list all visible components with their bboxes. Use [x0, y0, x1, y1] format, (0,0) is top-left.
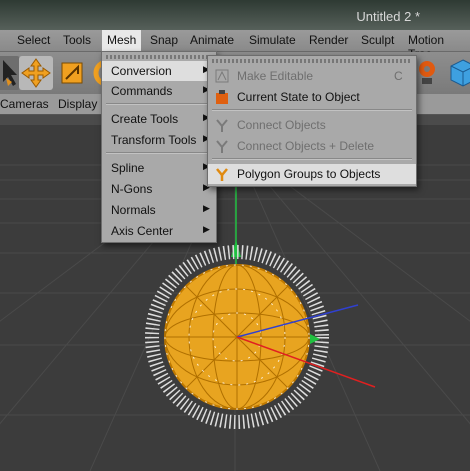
menu-item-connect-objects-delete[interactable]: Connect Objects + Delete — [208, 136, 416, 156]
scale-tool-icon[interactable] — [55, 56, 89, 90]
menu-simulate[interactable]: Simulate — [249, 33, 296, 47]
title-bar: Untitled 2 * — [0, 0, 470, 30]
menu-select[interactable]: Select — [17, 33, 50, 47]
window-title: Untitled 2 * — [356, 9, 420, 24]
menu-item-label: Create Tools — [111, 112, 179, 126]
select-tool-icon[interactable] — [0, 56, 20, 90]
menu-item-normals[interactable]: Normals ▶ — [102, 200, 216, 220]
cube-object-icon[interactable] — [446, 56, 470, 90]
menu-separator — [106, 103, 212, 105]
menu-grip[interactable] — [212, 59, 410, 63]
menu-item-transform-tools[interactable]: Transform Tools ▶ — [102, 130, 216, 150]
menu-item-label: Connect Objects — [237, 118, 326, 132]
mesh-menu: Conversion ▶ Commands ▶ Create Tools ▶ T… — [101, 51, 217, 243]
menu-tools[interactable]: Tools — [63, 33, 91, 47]
menu-render[interactable]: Render — [309, 33, 348, 47]
menu-item-label: Make Editable — [237, 69, 314, 83]
polygon-groups-icon — [214, 166, 230, 185]
y-axis-handle-icon[interactable] — [231, 240, 241, 257]
menu-item-label: Spline — [111, 161, 145, 175]
submenu-arrow-icon: ▶ — [203, 203, 210, 213]
menu-bar: Select Tools Mesh Snap Animate Simulate … — [0, 30, 470, 61]
menu-item-label: Axis Center — [111, 224, 174, 238]
menu-animate[interactable]: Animate — [190, 33, 234, 47]
menu-item-axis-center[interactable]: Axis Center ▶ — [102, 221, 216, 241]
viewport-menu-cameras[interactable]: Cameras — [0, 97, 49, 111]
menu-item-label: Transform Tools — [111, 133, 197, 147]
move-tool-icon[interactable] — [19, 56, 53, 90]
menu-sculpt[interactable]: Sculpt — [361, 33, 394, 47]
menu-item-spline[interactable]: Spline ▶ — [102, 158, 216, 178]
make-editable-icon — [214, 68, 230, 87]
menu-item-label: N-Gons — [111, 182, 153, 196]
menu-item-connect-objects[interactable]: Connect Objects — [208, 115, 416, 135]
menu-item-label: Connect Objects + Delete — [237, 139, 375, 153]
menu-item-label: Conversion — [111, 64, 172, 78]
menu-item-commands[interactable]: Commands ▶ — [102, 81, 216, 101]
submenu-arrow-icon: ▶ — [203, 224, 210, 234]
current-state-icon — [214, 89, 230, 108]
menu-item-create-tools[interactable]: Create Tools ▶ — [102, 109, 216, 129]
menu-snap[interactable]: Snap — [150, 33, 178, 47]
viewport-menu-display[interactable]: Display — [58, 97, 97, 111]
shortcut-label: C — [394, 69, 403, 83]
connect-objects-icon — [214, 117, 230, 136]
menu-mesh[interactable]: Mesh — [102, 30, 142, 51]
menu-separator — [106, 152, 212, 154]
menu-separator — [212, 158, 412, 160]
conversion-submenu: Make Editable C Current State to Object … — [207, 55, 417, 187]
menu-item-current-state-to-object[interactable]: Current State to Object — [208, 87, 416, 107]
menu-item-label: Commands — [111, 84, 173, 98]
menu-item-label: Current State to Object — [237, 90, 360, 104]
menu-item-polygon-groups-to-objects[interactable]: Polygon Groups to Objects — [208, 164, 416, 184]
menu-item-conversion[interactable]: Conversion ▶ — [102, 61, 216, 81]
menu-item-make-editable[interactable]: Make Editable C — [208, 66, 416, 86]
menu-separator — [212, 109, 412, 111]
menu-item-n-gons[interactable]: N-Gons ▶ — [102, 179, 216, 199]
menu-grip[interactable] — [106, 55, 210, 59]
menu-item-label: Normals — [111, 203, 156, 217]
menu-item-label: Polygon Groups to Objects — [237, 167, 381, 181]
connect-delete-icon — [214, 138, 230, 157]
